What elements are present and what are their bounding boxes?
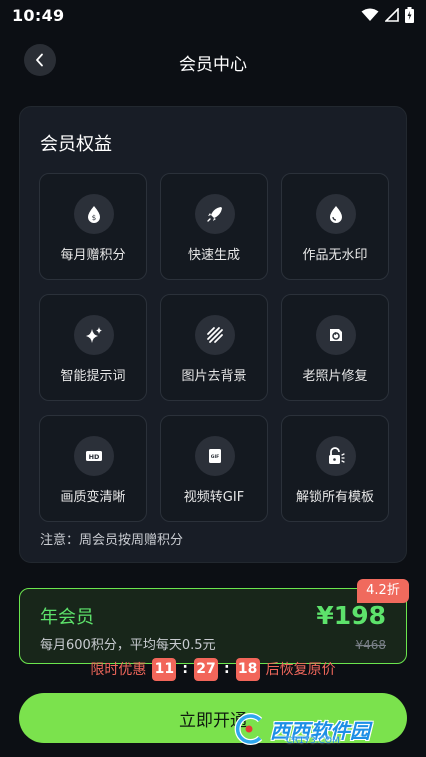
svg-text:GIF: GIF [211, 454, 219, 460]
benefits-card: 会员权益 $ 每月赠积分 快速生成 作品无水印 智能提示词 图片去背景 老照片修… [19, 106, 407, 563]
countdown-colon: : [224, 661, 230, 677]
benefit-old-photo-restore[interactable]: 老照片修复 [281, 294, 389, 401]
benefit-video-to-gif[interactable]: GIF 视频转GIF [160, 415, 268, 522]
header: 会员中心 [0, 40, 426, 82]
discount-badge: 4.2折 [357, 579, 409, 603]
benefit-label: 智能提示词 [60, 369, 126, 384]
benefit-label: 老照片修复 [302, 369, 368, 384]
countdown-minutes: 27 [194, 657, 218, 681]
countdown: 限时优惠 11 : 27 : 18 后恢复原价 [0, 657, 426, 681]
plan-original-price: ¥468 [355, 638, 386, 652]
battery-icon [405, 7, 414, 23]
countdown-colon: : [182, 661, 188, 677]
benefit-label: 快速生成 [187, 248, 240, 263]
benefit-label: 画质变清晰 [60, 490, 126, 505]
wifi-icon [361, 8, 379, 21]
svg-text:$: $ [92, 214, 96, 222]
water-drop-icon [316, 194, 356, 234]
page-title: 会员中心 [179, 55, 247, 75]
stripes-icon [195, 315, 235, 355]
benefit-monthly-points[interactable]: $ 每月赠积分 [39, 173, 147, 280]
benefit-label: 图片去背景 [181, 369, 247, 384]
benefits-title: 会员权益 [40, 134, 112, 155]
benefit-label: 每月赠积分 [60, 248, 126, 263]
status-icons [361, 7, 414, 23]
benefit-label: 作品无水印 [302, 248, 368, 263]
plan-card-yearly[interactable]: 年会员 每月600积分，平均每天0.5元 ¥198 ¥468 [19, 588, 407, 664]
benefit-fast-generation[interactable]: 快速生成 [160, 173, 268, 280]
benefit-no-watermark[interactable]: 作品无水印 [281, 173, 389, 280]
site-watermark: 西西软件园 CR173.COM [232, 706, 412, 752]
gif-icon: GIF [195, 436, 235, 476]
svg-text:HD: HD [89, 453, 100, 461]
sparkle-icon [74, 315, 114, 355]
coin-drop-icon: $ [74, 194, 114, 234]
plan-name: 年会员 [40, 607, 94, 628]
plan-description: 每月600积分，平均每天0.5元 [40, 638, 216, 653]
benefits-note: 注意：周会员按周赠积分 [40, 533, 184, 548]
benefit-label: 视频转GIF [183, 490, 245, 505]
countdown-prefix: 限时优惠 [90, 662, 147, 678]
benefit-remove-background[interactable]: 图片去背景 [160, 294, 268, 401]
hd-icon: HD [74, 436, 114, 476]
countdown-seconds: 18 [235, 657, 260, 681]
rocket-icon [195, 194, 235, 234]
benefit-label: 解锁所有模板 [295, 490, 374, 505]
watermark-logo-icon [234, 713, 263, 745]
benefit-hd-quality[interactable]: HD 画质变清晰 [39, 415, 147, 522]
countdown-suffix: 后恢复原价 [265, 662, 336, 678]
plan-price: ¥198 [316, 601, 386, 630]
status-time: 10:49 [12, 5, 65, 25]
benefit-unlock-templates[interactable]: 解锁所有模板 [281, 415, 389, 522]
benefit-smart-prompt[interactable]: 智能提示词 [39, 294, 147, 401]
countdown-hours: 11 [152, 657, 177, 681]
status-bar: 10:49 [0, 0, 426, 30]
watermark-subtext: CR173.COM [286, 736, 340, 746]
signal-icon [385, 8, 399, 22]
photo-restore-icon [316, 315, 356, 355]
unlock-icon [316, 436, 356, 476]
